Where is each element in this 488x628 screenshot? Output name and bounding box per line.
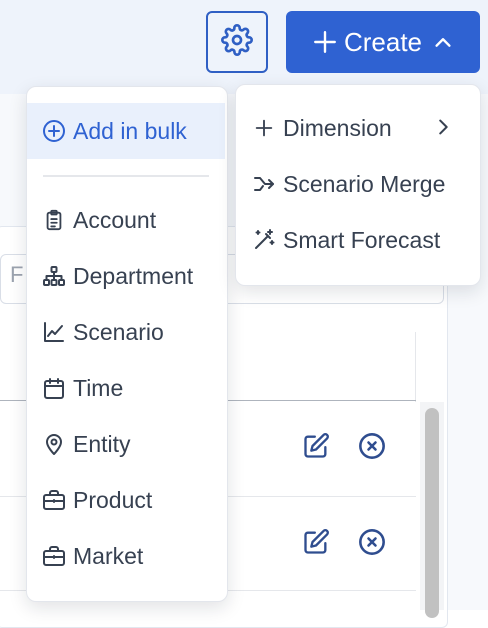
magic-wand-icon <box>251 227 277 253</box>
menu-item-market[interactable]: Market <box>27 541 143 571</box>
menu-item-dimension[interactable]: Dimension <box>236 113 480 143</box>
filter-placeholder: F <box>10 262 24 287</box>
menu-item-label: Dimension <box>283 114 392 141</box>
menu-item-label: Department <box>73 262 194 289</box>
column-divider <box>415 332 416 402</box>
line-chart-icon <box>41 319 67 345</box>
menu-item-label: Scenario Merge <box>283 170 446 197</box>
menu-item-scenario-merge[interactable]: Scenario Merge <box>236 169 445 199</box>
briefcase-icon <box>41 487 67 513</box>
add-in-bulk-item[interactable]: Add in bulk <box>27 103 225 159</box>
menu-item-label: Smart Forecast <box>283 226 441 253</box>
menu-item-label: Product <box>73 486 153 513</box>
menu-item-scenario[interactable]: Scenario <box>27 317 164 347</box>
edit-icon[interactable] <box>301 527 331 557</box>
menu-item-label: Time <box>73 374 124 401</box>
menu-item-account[interactable]: Account <box>27 205 156 235</box>
plus-icon <box>312 29 338 55</box>
create-button-label: Create <box>343 26 423 57</box>
close-circle-icon[interactable] <box>357 431 387 461</box>
calendar-icon <box>41 375 67 401</box>
menu-item-time[interactable]: Time <box>27 373 123 403</box>
menu-item-product[interactable]: Product <box>27 485 152 515</box>
menu-item-department[interactable]: Department <box>27 261 193 291</box>
menu-item-label: Account <box>73 206 157 233</box>
settings-button[interactable] <box>206 11 268 73</box>
menu-item-label: Market <box>73 542 144 569</box>
gear-icon <box>221 23 253 61</box>
briefcase-icon <box>41 543 67 569</box>
create-menu: Dimension Scenario Merge Smart Forecast <box>235 84 481 286</box>
close-circle-icon[interactable] <box>357 527 387 557</box>
add-in-bulk-label: Add in bulk <box>73 117 187 144</box>
create-button[interactable]: Create <box>286 11 480 73</box>
edit-icon[interactable] <box>301 431 331 461</box>
merge-arrow-icon <box>251 171 277 197</box>
chevron-up-icon <box>432 31 454 53</box>
menu-item-entity[interactable]: Entity <box>27 429 131 459</box>
dimension-menu: Add in bulk Account Department Scenario … <box>26 86 228 602</box>
menu-item-label: Entity <box>73 430 131 457</box>
plus-icon <box>251 115 277 141</box>
menu-item-smart-forecast[interactable]: Smart Forecast <box>236 225 440 255</box>
menu-item-label: Scenario <box>73 318 164 345</box>
chevron-right-icon <box>432 116 454 138</box>
plus-circle-icon <box>41 118 67 144</box>
clipboard-icon <box>41 207 67 233</box>
org-chart-icon <box>41 263 67 289</box>
location-pin-icon <box>41 431 67 457</box>
menu-divider <box>43 175 209 177</box>
scrollbar-thumb[interactable] <box>425 408 439 618</box>
